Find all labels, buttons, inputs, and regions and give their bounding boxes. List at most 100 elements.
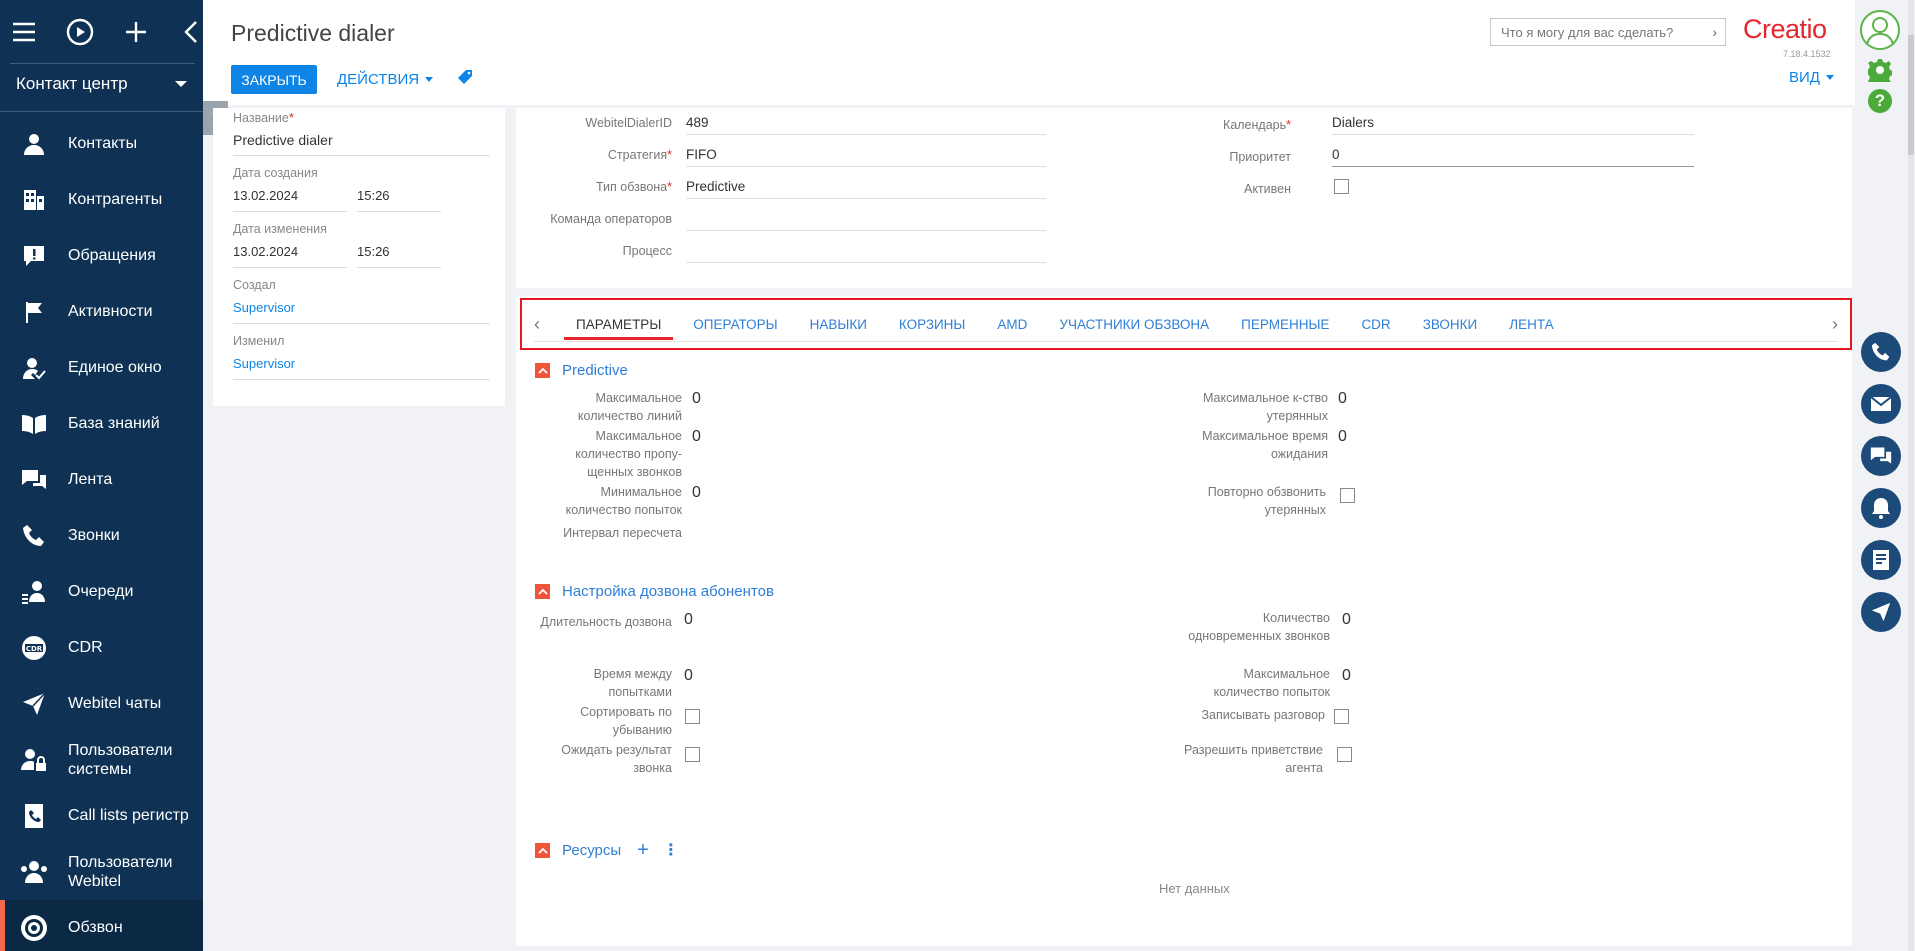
sidebar-item-label: Звонки: [68, 527, 120, 544]
svg-text:CDR: CDR: [26, 645, 43, 653]
email-icon[interactable]: [1861, 384, 1901, 424]
bell-icon[interactable]: [1861, 488, 1901, 528]
close-button[interactable]: ЗАКРЫТЬ: [231, 65, 317, 94]
chevron-right-icon[interactable]: ›: [1832, 314, 1838, 335]
recall-lost-field: Повторно обзвонить утерянных: [1180, 483, 1326, 519]
max-wait-value[interactable]: 0: [1338, 428, 1778, 446]
process-value[interactable]: [686, 241, 1046, 263]
workspace-selector[interactable]: Контакт центр: [0, 66, 203, 102]
collapse-icon[interactable]: [535, 584, 550, 599]
sidebar-item-queues[interactable]: Очереди: [0, 564, 203, 620]
sidebar-item-contacts[interactable]: Контакты: [0, 116, 203, 172]
more-icon[interactable]: ⋮: [663, 843, 679, 859]
sidebar-item-call-lists[interactable]: Call lists регистр: [0, 788, 203, 844]
max-missed-label: Максимальное количество пропу-щенных зво…: [575, 429, 682, 479]
collapse-icon[interactable]: [535, 843, 550, 858]
view-button[interactable]: ВИД: [1789, 69, 1834, 86]
max-attempts-value[interactable]: 0: [1342, 667, 1778, 685]
phone-icon[interactable]: [1861, 332, 1901, 372]
collapse-icon[interactable]: [179, 18, 203, 46]
min-attempts-value[interactable]: 0: [692, 484, 1130, 502]
play-icon[interactable]: [66, 18, 94, 46]
plus-icon[interactable]: [124, 18, 148, 46]
name-field[interactable]: Название*: [233, 110, 294, 125]
tag-icon[interactable]: [457, 69, 473, 90]
record-checkbox[interactable]: [1334, 709, 1349, 724]
sidebar-item-label: Пользователи Webitel: [68, 854, 173, 890]
section-title: Predictive: [562, 362, 628, 379]
chevron-down-icon: [175, 81, 187, 87]
max-missed-value[interactable]: 0: [692, 428, 1130, 446]
active-field: Активен: [1136, 180, 1291, 198]
document-icon[interactable]: [1861, 540, 1901, 580]
type-label: Тип обзвона: [595, 180, 668, 194]
section-title: Ресурсы: [562, 842, 622, 859]
sidebar-item-cases[interactable]: Обращения: [0, 228, 203, 284]
calendar-value[interactable]: Dialers: [1332, 113, 1694, 135]
collapse-icon[interactable]: [535, 363, 550, 378]
scrollbar[interactable]: [1908, 0, 1914, 951]
gear-icon[interactable]: [1866, 58, 1893, 87]
duration-value[interactable]: 0: [684, 611, 1130, 629]
process-label: Процесс: [622, 244, 672, 258]
sidebar-item-label: Очереди: [68, 583, 134, 600]
sidebar-item-calls[interactable]: Звонки: [0, 508, 203, 564]
sidebar-item-label: Единое окно: [68, 359, 162, 376]
name-value[interactable]: Predictive dialer: [233, 132, 490, 156]
modified-by-value[interactable]: Supervisor: [233, 356, 490, 380]
max-lost-value[interactable]: 0: [1338, 390, 1778, 408]
sidebar-item-label: Пользователи системы: [68, 742, 173, 778]
sidebar-item-cdr[interactable]: CDR CDR: [0, 620, 203, 676]
chat-icon[interactable]: [1861, 436, 1901, 476]
command-search-input[interactable]: Что я могу для вас сделать? ›: [1490, 18, 1726, 46]
actions-button[interactable]: ДЕЙСТВИЯ: [337, 66, 434, 93]
sidebar-item-webitel-users[interactable]: Пользователи Webitel: [0, 844, 203, 900]
record-field: Записывать разговор: [1180, 706, 1325, 724]
sidebar-item-system-users[interactable]: Пользователи системы: [0, 732, 203, 788]
created-time-value[interactable]: 15:26: [357, 188, 441, 212]
agent-greeting-field: Разрешить приветствие агента: [1180, 741, 1323, 777]
sidebar-item-dialer[interactable]: Обзвон: [0, 900, 203, 951]
modified-date-value[interactable]: 13.02.2024: [233, 244, 347, 268]
concurrent-value[interactable]: 0: [1342, 611, 1778, 629]
sidebar-item-activities[interactable]: Активности: [0, 284, 203, 340]
send-icon[interactable]: [1861, 592, 1901, 632]
creatio-logo[interactable]: Creatio: [1743, 14, 1827, 45]
created-by-value[interactable]: Supervisor: [233, 300, 490, 324]
help-icon[interactable]: ?: [1868, 89, 1892, 113]
add-icon[interactable]: +: [637, 840, 649, 860]
sidebar-item-feed[interactable]: Лента: [0, 452, 203, 508]
priority-field: Приоритет: [1136, 148, 1291, 166]
priority-value[interactable]: 0: [1332, 145, 1694, 167]
wait-result-checkbox[interactable]: [685, 747, 700, 762]
active-checkbox[interactable]: [1334, 179, 1349, 194]
avatar[interactable]: [1860, 10, 1900, 50]
webitel-id-value[interactable]: 489: [686, 113, 1046, 135]
chevron-left-icon[interactable]: ‹: [534, 314, 540, 335]
team-value[interactable]: [686, 209, 1046, 231]
section-resources[interactable]: Ресурсы + ⋮: [535, 840, 679, 860]
recall-lost-checkbox[interactable]: [1340, 488, 1355, 503]
left-sidebar: Контакт центр Контакты Контрагенты Обращ…: [0, 0, 203, 951]
between-value[interactable]: 0: [684, 667, 1130, 685]
agent-greeting-checkbox[interactable]: [1337, 747, 1352, 762]
modified-time-value[interactable]: 15:26: [357, 244, 441, 268]
menu-icon[interactable]: [12, 18, 36, 46]
type-value[interactable]: Predictive: [686, 177, 1046, 199]
section-dial-setup[interactable]: Настройка дозвона абонентов: [535, 583, 774, 600]
team-label: Команда операторов: [550, 212, 672, 226]
sidebar-item-webitel-chats[interactable]: Webitel чаты: [0, 676, 203, 732]
sidebar-item-single-window[interactable]: Единое окно: [0, 340, 203, 396]
sort-desc-checkbox[interactable]: [685, 709, 700, 724]
sidebar-item-knowledge-base[interactable]: База знаний: [0, 396, 203, 452]
alert-icon: [20, 242, 48, 270]
sidebar-item-label: Лента: [68, 471, 113, 488]
max-lines-field: Максимальное количество линий: [540, 389, 682, 425]
chevron-right-icon: ›: [1712, 24, 1717, 40]
strategy-value[interactable]: FIFO: [686, 145, 1046, 167]
created-date-value[interactable]: 13.02.2024: [233, 188, 347, 212]
section-predictive[interactable]: Predictive: [535, 362, 628, 379]
max-lines-value[interactable]: 0: [692, 390, 1130, 408]
sidebar-item-accounts[interactable]: Контрагенты: [0, 172, 203, 228]
webitel-id-field: WebitelDialerID: [516, 114, 672, 132]
